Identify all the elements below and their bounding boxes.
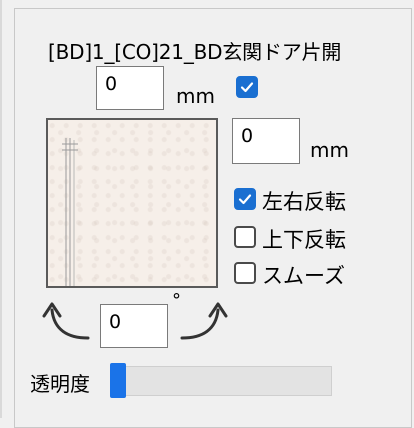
offset-side-unit: mm — [310, 138, 349, 162]
flip-horizontal-label[interactable]: 左右反転 — [262, 186, 346, 216]
flip-horizontal-checkbox[interactable] — [234, 188, 256, 210]
opacity-slider-thumb[interactable] — [110, 363, 126, 398]
offset-top-input[interactable]: 0 — [96, 66, 164, 110]
offset-side-input[interactable]: 0 — [232, 118, 300, 164]
smooth-checkbox[interactable] — [234, 262, 256, 284]
rotate-cw-arrow-icon[interactable] — [176, 296, 230, 344]
offset-top-unit: mm — [176, 84, 215, 108]
opacity-slider-track[interactable] — [112, 366, 332, 396]
texture-preview — [46, 118, 218, 288]
smooth-label[interactable]: スムーズ — [262, 260, 345, 290]
flip-vertical-label[interactable]: 上下反転 — [262, 224, 346, 254]
offset-top-checkbox[interactable] — [236, 76, 258, 98]
flip-vertical-checkbox[interactable] — [234, 226, 256, 248]
door-outline-graphic — [62, 138, 78, 286]
rotate-ccw-arrow-icon[interactable] — [40, 296, 94, 344]
check-icon — [240, 82, 254, 93]
panel-title: [BD]1_[CO]21_BD玄関ドア片開 — [48, 40, 342, 64]
window-edge — [0, 0, 2, 418]
rotation-input[interactable]: 0 — [100, 304, 168, 348]
check-icon — [238, 194, 252, 205]
opacity-label: 透明度 — [30, 372, 90, 396]
